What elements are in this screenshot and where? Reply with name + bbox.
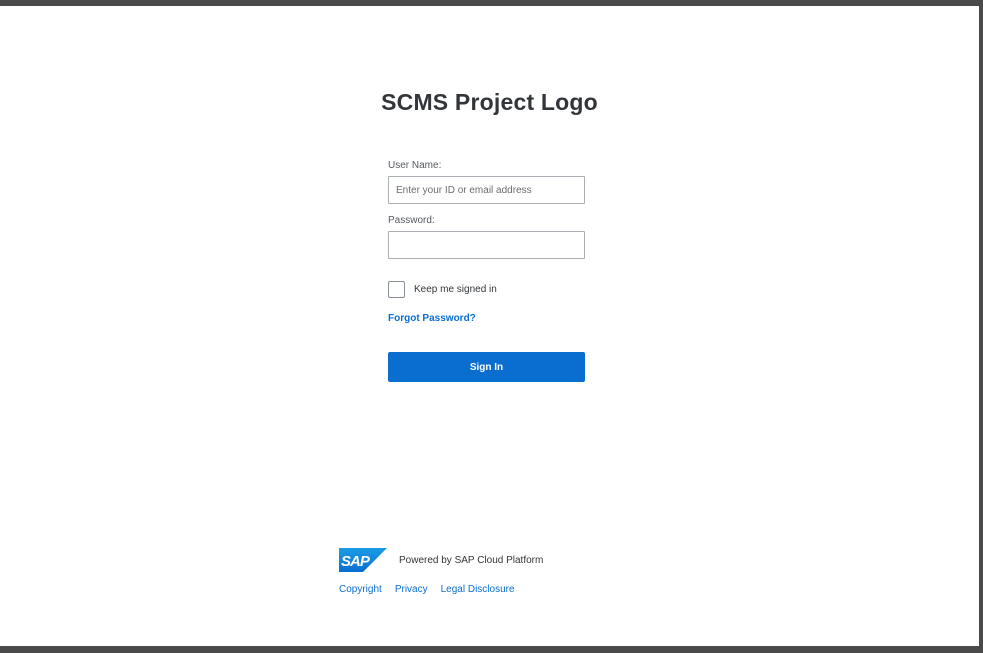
keep-signed-in-checkbox[interactable] — [388, 281, 405, 298]
username-input[interactable] — [388, 176, 585, 204]
keep-signed-in: Keep me signed in — [388, 281, 497, 298]
project-logo: SCMS Project Logo — [381, 89, 598, 115]
copyright-link[interactable]: Copyright — [339, 584, 382, 595]
svg-text:SAP: SAP — [341, 553, 371, 570]
footer-links: Copyright Privacy Legal Disclosure — [339, 584, 639, 595]
sign-in-button[interactable]: Sign In — [388, 352, 585, 382]
powered-by: SAP Powered by SAP Cloud Platform — [339, 548, 639, 572]
legal-disclosure-link[interactable]: Legal Disclosure — [441, 584, 515, 595]
password-label: Password: — [388, 215, 435, 226]
forgot-password-link[interactable]: Forgot Password? — [388, 313, 476, 324]
powered-by-text: Powered by SAP Cloud Platform — [399, 554, 544, 566]
username-label: User Name: — [388, 160, 442, 171]
login-page: SCMS Project Logo User Name: Password: K… — [0, 6, 979, 646]
sap-logo-icon: SAP — [339, 548, 387, 572]
password-input[interactable] — [388, 231, 585, 259]
keep-signed-in-label[interactable]: Keep me signed in — [414, 284, 497, 295]
footer: SAP Powered by SAP Cloud Platform Copyri… — [339, 548, 639, 595]
privacy-link[interactable]: Privacy — [395, 584, 428, 595]
login-form: User Name: Password: Keep me signed in F… — [388, 159, 585, 382]
